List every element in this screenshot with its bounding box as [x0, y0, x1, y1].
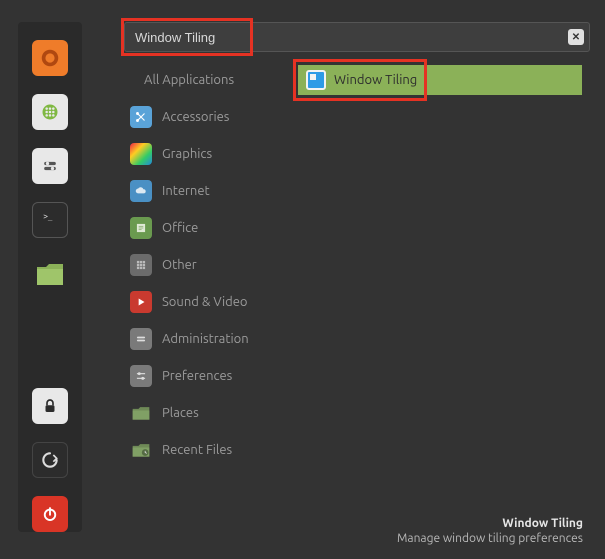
category-office[interactable]: Office [124, 213, 294, 243]
logout-icon[interactable] [32, 442, 68, 478]
category-administration[interactable]: Administration [124, 324, 294, 354]
lock-icon[interactable] [32, 388, 68, 424]
description-title: Window Tiling [397, 517, 583, 530]
category-internet[interactable]: Internet [124, 176, 294, 206]
result-window-tiling[interactable]: Window Tiling [298, 65, 582, 95]
category-label: Graphics [162, 147, 212, 161]
settings-icon[interactable] [32, 148, 68, 184]
category-label: Internet [162, 184, 210, 198]
graphics-icon [130, 143, 152, 165]
clear-search-icon[interactable]: ✕ [568, 29, 584, 45]
category-preferences[interactable]: Preferences [124, 361, 294, 391]
category-graphics[interactable]: Graphics [124, 139, 294, 169]
folder-icon [130, 402, 152, 424]
folder-recent-icon [130, 439, 152, 461]
category-label: Sound & Video [162, 295, 248, 309]
search-input[interactable] [124, 22, 590, 52]
category-label: Office [162, 221, 198, 235]
apps-grid-icon[interactable] [32, 94, 68, 130]
result-label: Window Tiling [334, 73, 417, 87]
app-description: Window Tiling Manage window tiling prefe… [397, 517, 583, 545]
menu-main: ✕ All Applications Accessories Graphics … [112, 0, 605, 559]
category-label: Administration [162, 332, 249, 346]
category-label: Places [162, 406, 199, 420]
play-icon [130, 291, 152, 313]
favorites-sidebar: >_ [18, 22, 82, 532]
category-label: All Applications [144, 73, 234, 87]
files-icon[interactable] [32, 256, 68, 292]
terminal-icon[interactable]: >_ [32, 202, 68, 238]
svg-text:>_: >_ [43, 212, 53, 221]
admin-icon [130, 328, 152, 350]
category-all-applications[interactable]: All Applications [124, 65, 294, 95]
scissors-icon [130, 106, 152, 128]
sliders-icon [130, 365, 152, 387]
category-label: Recent Files [162, 443, 232, 457]
firefox-icon[interactable] [32, 40, 68, 76]
cloud-icon [130, 180, 152, 202]
category-label: Accessories [162, 110, 229, 124]
category-other[interactable]: Other [124, 250, 294, 280]
category-label: Other [162, 258, 197, 272]
category-accessories[interactable]: Accessories [124, 102, 294, 132]
power-icon[interactable] [32, 496, 68, 532]
grid-icon [130, 254, 152, 276]
category-label: Preferences [162, 369, 232, 383]
category-recent-files[interactable]: Recent Files [124, 435, 294, 465]
category-list: All Applications Accessories Graphics In… [124, 65, 294, 465]
window-tiling-icon [306, 70, 326, 90]
search-row: ✕ [124, 22, 590, 52]
category-sound-video[interactable]: Sound & Video [124, 287, 294, 317]
category-places[interactable]: Places [124, 398, 294, 428]
description-subtitle: Manage window tiling preferences [397, 532, 583, 545]
office-icon [130, 217, 152, 239]
search-results: Window Tiling [298, 65, 582, 95]
